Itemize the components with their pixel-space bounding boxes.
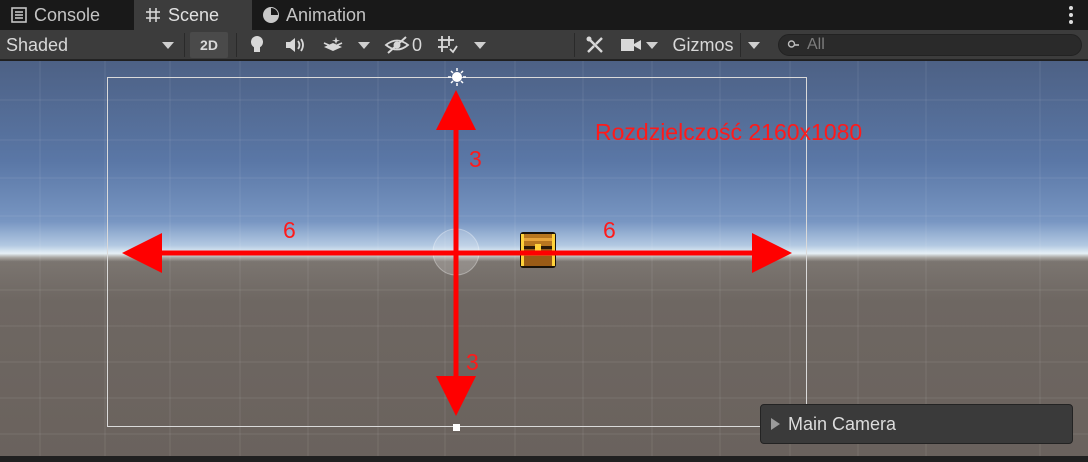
dimension-arrows: [122, 90, 792, 416]
lighting-toggle[interactable]: [242, 32, 272, 58]
resolution-label: Rozdzielczość 2160x1080: [595, 119, 862, 145]
light-bulb-icon: [251, 36, 263, 52]
tab-console[interactable]: Console: [10, 0, 130, 30]
light-gizmo-icon: [448, 68, 466, 86]
bottom-height-label: 3: [466, 349, 479, 375]
scene-viewport[interactable]: Rozdzielczość 2160x1080 6 6 3 3: [0, 61, 1088, 462]
camera-preview-overlay[interactable]: Main Camera: [760, 404, 1073, 444]
camera-settings-dropdown[interactable]: [642, 32, 662, 58]
tools-toggle[interactable]: [580, 32, 610, 58]
animation-clock-icon: [262, 6, 280, 24]
chevron-down-icon: [162, 41, 174, 49]
scene-visibility-toggle[interactable]: 0: [382, 32, 426, 58]
tools-icon: [586, 36, 603, 53]
search-icon: [787, 40, 799, 48]
tab-scene-label: Scene: [168, 4, 220, 25]
draw-mode-dropdown[interactable]: Shaded: [0, 32, 182, 58]
scene-search[interactable]: [778, 34, 1082, 56]
window-tab-bar: Console Scene Animation: [0, 0, 1088, 30]
hidden-eye-icon: [384, 36, 410, 54]
left-width-label: 6: [283, 217, 296, 243]
effects-dropdown[interactable]: [352, 32, 376, 58]
gizmos-button[interactable]: Gizmos: [666, 32, 740, 58]
more-options-icon[interactable]: [1068, 6, 1074, 24]
toggle-2d-label: 2D: [200, 37, 218, 53]
grid-dropdown[interactable]: [468, 32, 492, 58]
speaker-icon: [286, 38, 304, 52]
tab-animation[interactable]: Animation: [262, 0, 392, 30]
bottom-border: [0, 456, 1088, 462]
expand-triangle-icon[interactable]: [771, 418, 780, 430]
search-input[interactable]: [807, 36, 1067, 54]
toggle-2d-button[interactable]: 2D: [190, 32, 228, 58]
effects-toggle[interactable]: [318, 32, 348, 58]
tab-scene[interactable]: Scene: [134, 0, 252, 30]
grid-snap-icon: [438, 36, 458, 54]
treasure-chest-sprite: [520, 232, 556, 268]
grid-snapping-toggle[interactable]: [432, 32, 462, 58]
scene-toolbar: Shaded 2D 0 Gizmos: [0, 30, 1088, 60]
right-width-label: 6: [603, 217, 616, 243]
chevron-down-icon: [358, 41, 370, 49]
camera-preview-title: Main Camera: [788, 413, 897, 434]
chevron-down-icon: [646, 41, 658, 49]
hidden-objects-count: 0: [412, 34, 423, 55]
tab-console-label: Console: [34, 4, 101, 25]
scene-grid-icon: [144, 6, 162, 24]
chevron-down-icon: [474, 41, 486, 49]
camera-frame-handle: [453, 424, 460, 431]
gizmos-dropdown[interactable]: [742, 32, 766, 58]
layers-effects-icon: [323, 37, 343, 51]
video-camera-icon: [621, 39, 641, 51]
tab-animation-label: Animation: [286, 4, 367, 25]
top-height-label: 3: [469, 146, 482, 172]
chevron-down-icon: [748, 41, 760, 49]
gizmos-label: Gizmos: [672, 34, 734, 55]
scene-canvas: Rozdzielczość 2160x1080 6 6 3 3: [0, 61, 1088, 462]
console-icon: [10, 6, 28, 24]
draw-mode-label: Shaded: [6, 34, 69, 55]
audio-toggle[interactable]: [280, 32, 310, 58]
